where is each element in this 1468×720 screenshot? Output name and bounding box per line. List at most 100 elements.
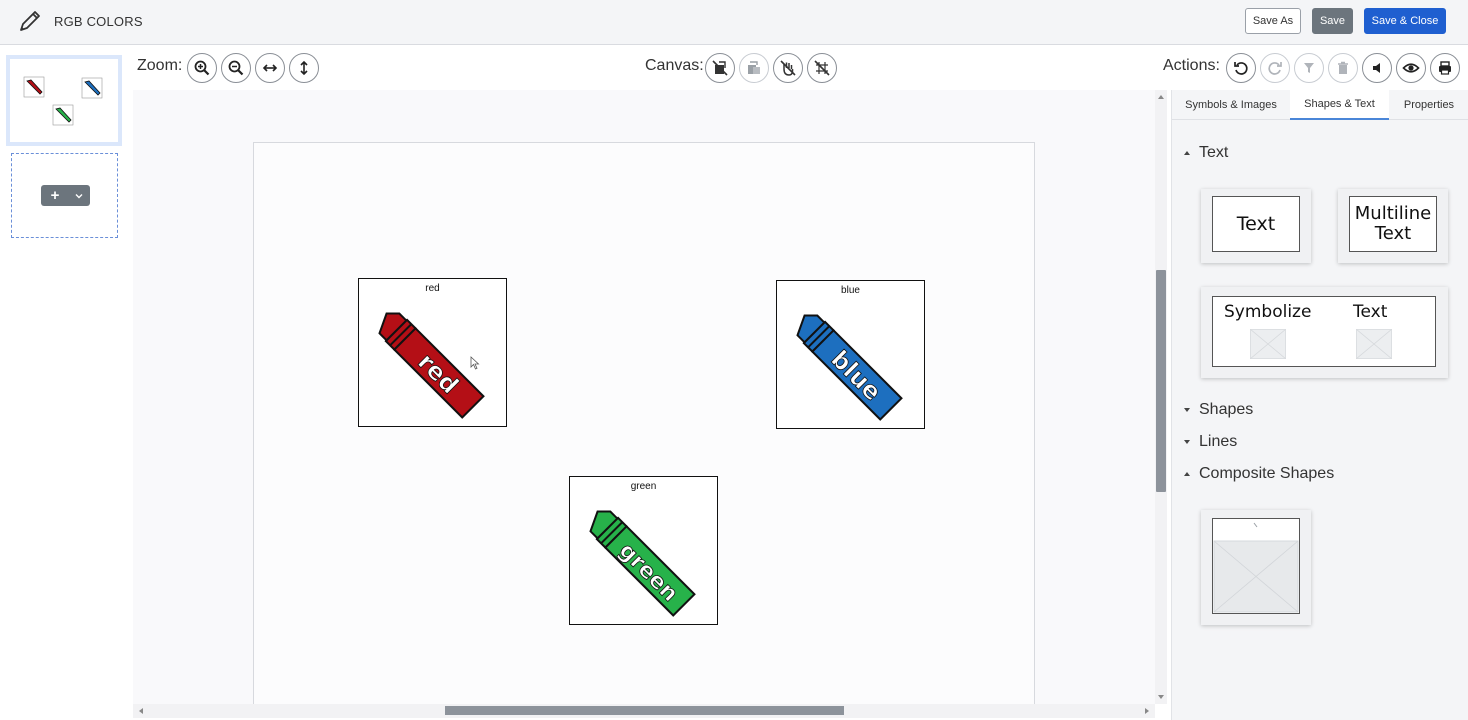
canvas-pan-lock-button[interactable]: [773, 53, 803, 83]
funnel-icon: [1304, 63, 1314, 73]
crayon-red-image: red: [378, 312, 485, 419]
speaker-icon: [1373, 63, 1380, 73]
caret-down-icon: [1184, 440, 1190, 444]
fit-width-button[interactable]: [255, 53, 285, 83]
symbolize-text-tile[interactable]: Symbolize Text: [1201, 287, 1448, 378]
section-lines-header[interactable]: Lines: [1184, 433, 1237, 451]
vertical-arrows-icon: [300, 60, 308, 76]
zoom-out-button[interactable]: [221, 53, 251, 83]
zoom-in-icon: [194, 60, 210, 76]
scroll-up-arrow-icon[interactable]: [1158, 95, 1164, 99]
multiline-tile-line-1: Multiline: [1354, 203, 1432, 224]
format-painter-button[interactable]: [1294, 53, 1324, 83]
grid-off-icon: [814, 60, 830, 76]
save-button[interactable]: Save: [1312, 8, 1353, 34]
section-shapes-header[interactable]: Shapes: [1184, 401, 1253, 419]
speak-button[interactable]: [1362, 53, 1392, 83]
section-text-header[interactable]: Text: [1184, 144, 1228, 162]
symbol-card-green[interactable]: green green: [569, 476, 718, 625]
section-shapes-label: Shapes: [1199, 401, 1254, 418]
text-tile[interactable]: Text: [1201, 189, 1311, 263]
caret-up-icon: [1184, 151, 1190, 155]
multiline-tile-line-2: Text: [1374, 223, 1412, 244]
hand-off-icon: [780, 60, 796, 76]
crayon-green-image: green: [589, 510, 696, 617]
no-background-icon: [712, 60, 728, 76]
symbol-card-label: blue: [841, 285, 860, 296]
add-page-plus: +: [50, 187, 60, 204]
canvas-page[interactable]: red red blue blue green green: [253, 142, 1035, 704]
section-composite-header[interactable]: Composite Shapes: [1184, 465, 1334, 483]
zoom-in-button[interactable]: [187, 53, 217, 83]
printer-icon: [1439, 61, 1451, 75]
canvas-label: Canvas:: [645, 57, 704, 74]
right-panel: Symbols & Images Shapes & Text Propertie…: [1171, 90, 1468, 720]
image-placeholder-icon: [1356, 329, 1392, 359]
page-thumbnail-preview: [23, 76, 103, 126]
composite-shape-preview: [1212, 518, 1300, 614]
crayon-blue-image: blue: [796, 314, 903, 421]
symbol-card-red[interactable]: red red: [358, 278, 507, 427]
redo-button[interactable]: [1260, 53, 1290, 83]
save-as-button[interactable]: Save As: [1245, 8, 1301, 34]
image-placeholder-icon: [1250, 329, 1286, 359]
scroll-right-arrow-icon[interactable]: [1145, 708, 1149, 714]
panel-tabs: Symbols & Images Shapes & Text Propertie…: [1172, 90, 1468, 120]
undo-button[interactable]: [1226, 53, 1256, 83]
composite-shape-tile[interactable]: [1201, 510, 1311, 625]
vertical-scrollbar[interactable]: [1155, 90, 1167, 704]
text-tile-preview: Text: [1212, 196, 1300, 252]
redo-icon: [1268, 62, 1282, 75]
editor-toolbar: Zoom: Canvas: Actions:: [132, 46, 1468, 90]
app-header: RGB COLORS Save As Save Save & Close: [0, 0, 1468, 45]
zoom-out-icon: [228, 60, 244, 76]
add-page-area: +: [11, 153, 118, 238]
vertical-scroll-thumb[interactable]: [1156, 270, 1166, 492]
symbolize-text-tile-preview: Symbolize Text: [1212, 296, 1436, 367]
symbolize-tile-label: Symbolize: [1224, 302, 1312, 322]
trash-icon: [1338, 61, 1348, 74]
caret-up-icon: [1184, 472, 1190, 476]
mouse-cursor-icon: [470, 356, 480, 370]
scroll-left-arrow-icon[interactable]: [139, 708, 143, 714]
canvas-layers-button[interactable]: [739, 53, 769, 83]
fit-height-button[interactable]: [289, 53, 319, 83]
symbolize-tile-text-label: Text: [1353, 302, 1388, 322]
add-page-button[interactable]: +: [41, 185, 90, 206]
multiline-text-tile-preview: Multiline Text: [1349, 196, 1437, 252]
horizontal-arrows-icon: [262, 64, 278, 72]
caret-down-icon: [1184, 408, 1190, 412]
text-tile-label: Text: [1236, 213, 1276, 235]
section-lines-label: Lines: [1199, 433, 1238, 450]
zoom-label: Zoom:: [137, 57, 183, 74]
horizontal-scrollbar[interactable]: [133, 704, 1155, 718]
section-text-label: Text: [1199, 144, 1229, 161]
tab-symbols-images[interactable]: Symbols & Images: [1172, 90, 1290, 120]
canvas-work-area[interactable]: red red blue blue green green: [133, 90, 1155, 704]
document-title: RGB COLORS: [54, 14, 143, 29]
tab-properties[interactable]: Properties: [1389, 90, 1468, 120]
tab-shapes-text[interactable]: Shapes & Text: [1290, 90, 1389, 120]
symbol-card-blue[interactable]: blue blue: [776, 280, 925, 429]
actions-label: Actions:: [1163, 57, 1220, 74]
undo-icon: [1234, 62, 1248, 75]
pencil-icon[interactable]: [17, 8, 43, 34]
chevron-down-icon[interactable]: [69, 193, 89, 199]
image-placeholder-icon: [1213, 522, 1299, 613]
scroll-down-arrow-icon[interactable]: [1158, 695, 1164, 699]
print-button[interactable]: [1430, 53, 1460, 83]
layers-icon: [748, 61, 760, 74]
save-and-close-button[interactable]: Save & Close: [1364, 8, 1446, 34]
symbol-card-label: red: [425, 283, 440, 294]
page-strip: +: [0, 46, 132, 720]
eye-icon: [1402, 63, 1420, 73]
multiline-text-tile[interactable]: Multiline Text: [1338, 189, 1448, 263]
symbol-card-label: green: [630, 481, 657, 492]
delete-button[interactable]: [1328, 53, 1358, 83]
canvas-grid-button[interactable]: [807, 53, 837, 83]
page-thumbnail[interactable]: [6, 55, 122, 146]
section-composite-label: Composite Shapes: [1199, 465, 1335, 482]
horizontal-scroll-thumb[interactable]: [445, 706, 844, 715]
preview-button[interactable]: [1396, 53, 1426, 83]
canvas-background-button[interactable]: [705, 53, 735, 83]
